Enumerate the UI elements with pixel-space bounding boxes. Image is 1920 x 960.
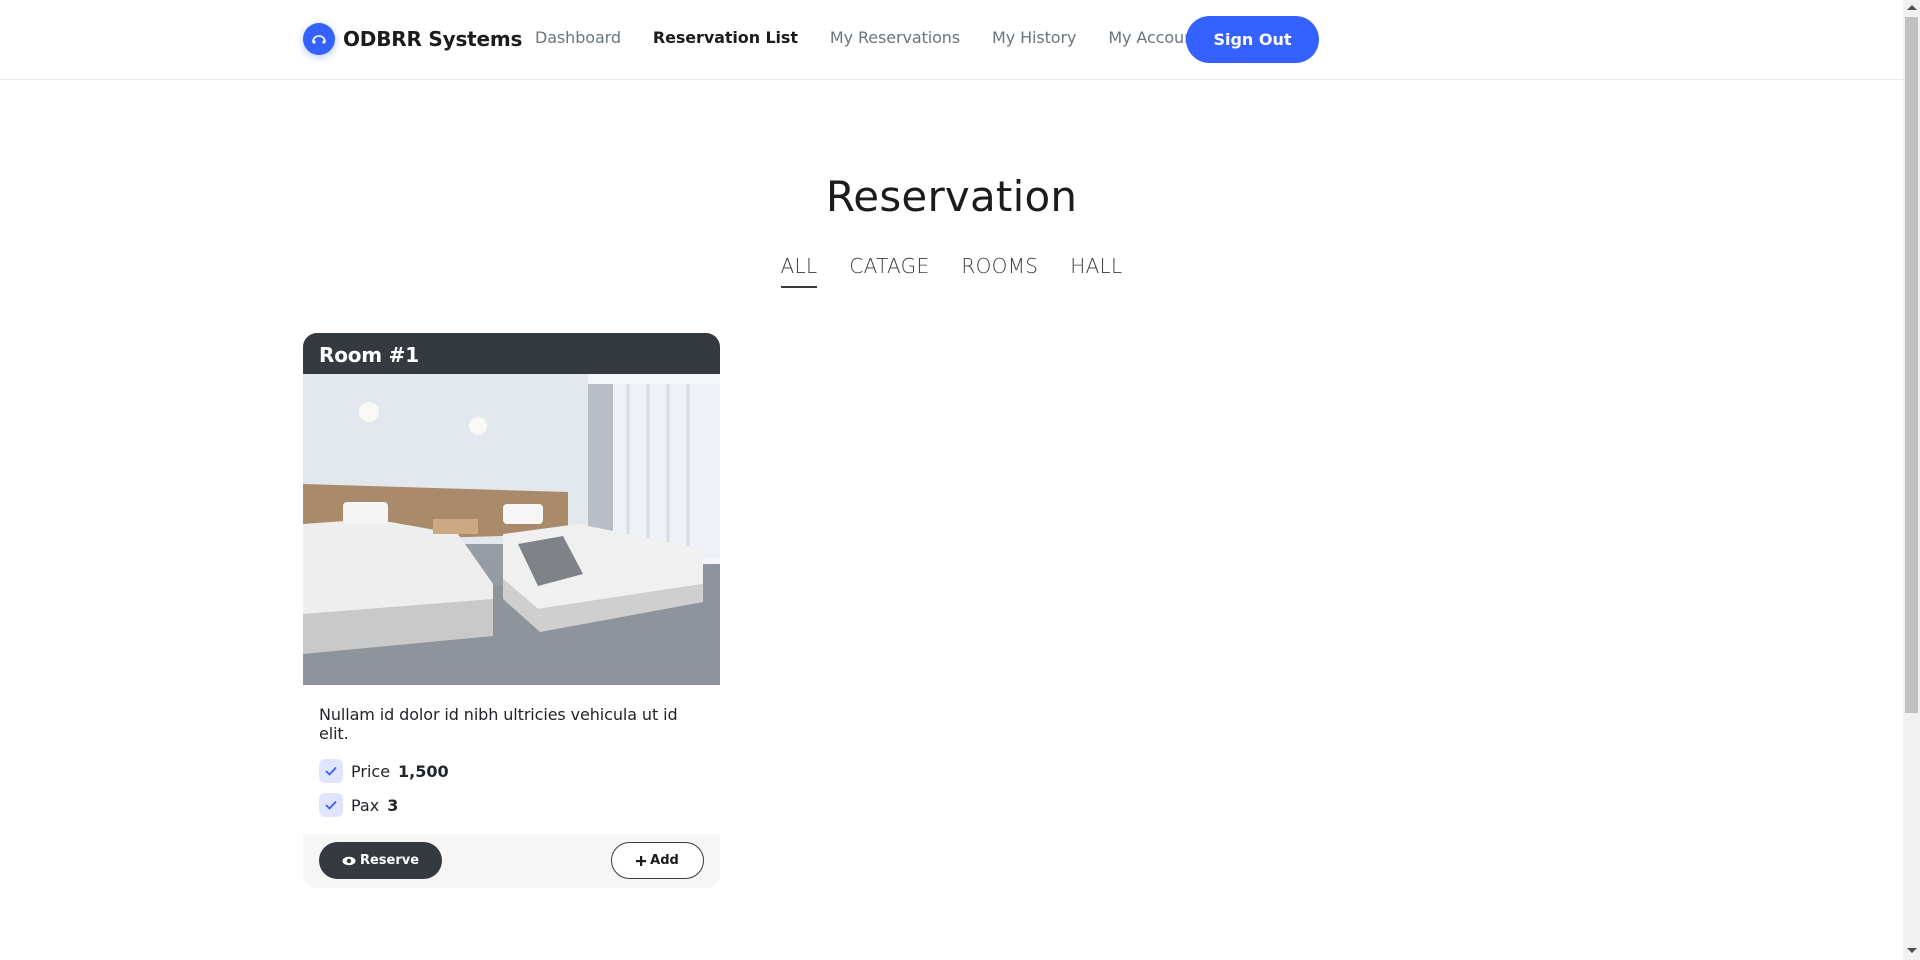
eye-icon — [342, 856, 356, 865]
nav-my-reservations[interactable]: My Reservations — [830, 28, 960, 47]
add-label: Add — [650, 853, 679, 868]
add-button[interactable]: Add — [611, 842, 704, 879]
page-scrollbar[interactable] — [1903, 0, 1920, 960]
brand-logo-icon — [303, 23, 335, 55]
page-title: Reservation — [825, 172, 1078, 221]
brand[interactable]: ODBRR Systems — [303, 23, 522, 55]
card-footer: Reserve Add — [303, 834, 720, 888]
feature-pax-value: 3 — [387, 795, 399, 815]
plus-icon — [636, 855, 647, 866]
feature-price: Price 1,500 — [319, 759, 704, 783]
filter-rooms[interactable]: ROOMS — [961, 254, 1038, 288]
feature-price-label: Price — [351, 761, 391, 781]
check-icon — [319, 793, 343, 817]
card-title: Room #1 — [303, 333, 720, 374]
reserve-button[interactable]: Reserve — [319, 842, 442, 879]
brand-name: ODBRR Systems — [343, 27, 523, 51]
nav-reservation-list[interactable]: Reservation List — [653, 28, 798, 47]
card-description: Nullam id dolor id nibh ultricies vehicu… — [319, 705, 678, 743]
feature-price-value: 1,500 — [398, 761, 449, 781]
sign-out-button[interactable]: Sign Out — [1186, 16, 1319, 63]
filter-catage[interactable]: CATAGE — [849, 254, 929, 288]
reserve-label: Reserve — [359, 853, 420, 868]
scroll-up-icon[interactable] — [1907, 5, 1917, 10]
check-icon — [319, 759, 343, 783]
nav-my-history[interactable]: My History — [992, 28, 1076, 47]
card-body: Nullam id dolor id nibh ultricies vehicu… — [303, 685, 720, 817]
scroll-down-icon[interactable] — [1907, 948, 1917, 953]
main-nav: Dashboard Reservation List My Reservatio… — [535, 28, 1232, 47]
top-navbar: ODBRR Systems Dashboard Reservation List… — [0, 0, 1903, 80]
category-filters: ALL CATAGE ROOMS HALL — [0, 254, 1903, 288]
scrollbar-thumb[interactable] — [1905, 17, 1918, 713]
filter-all[interactable]: ALL — [780, 254, 818, 288]
feature-pax: Pax 3 — [319, 793, 704, 817]
filter-hall[interactable]: HALL — [1070, 254, 1122, 288]
room-photo — [303, 374, 720, 685]
room-card: Room #1 Nullam id dolor id nibh ultricie… — [303, 333, 720, 888]
nav-dashboard[interactable]: Dashboard — [535, 28, 621, 47]
feature-pax-label: Pax — [351, 795, 380, 815]
